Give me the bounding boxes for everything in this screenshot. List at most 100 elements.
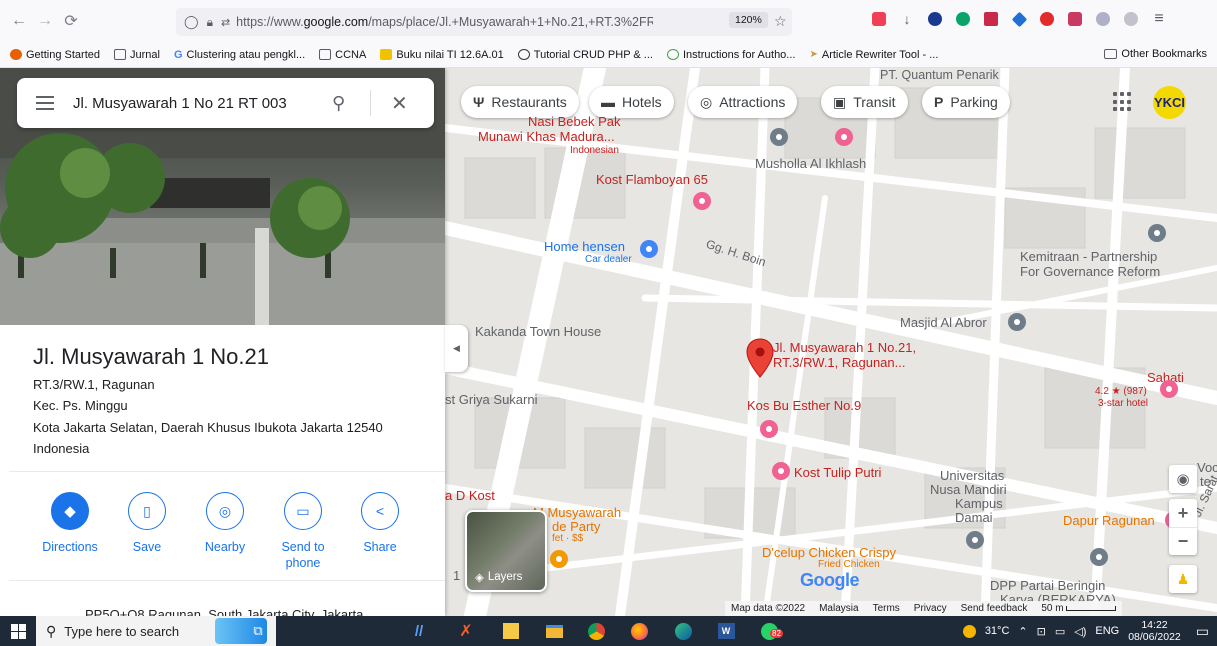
app-slashes-icon[interactable]: // — [408, 621, 430, 641]
weather-icon[interactable] — [962, 624, 976, 638]
bookmark-instructions[interactable]: Instructions for Autho... — [666, 49, 795, 61]
extension-opera-icon[interactable] — [1036, 8, 1058, 30]
chip-transit[interactable]: ▣ Transit — [821, 86, 908, 118]
menu-icon[interactable]: ≡ — [1148, 8, 1170, 30]
extension-shield-icon[interactable] — [1092, 8, 1114, 30]
share-button[interactable]: < Share — [340, 492, 420, 555]
extension-g-icon[interactable] — [952, 8, 974, 30]
chip-parking[interactable]: P Parking — [922, 86, 1010, 118]
google-apps-icon[interactable] — [1113, 92, 1133, 112]
forward-arrow-icon[interactable]: → — [32, 8, 58, 34]
pocket-icon[interactable] — [868, 8, 890, 30]
chip-attractions[interactable]: ◎ Attractions — [688, 86, 798, 118]
map-label-musholla[interactable]: Musholla Al Ikhlash — [755, 156, 866, 171]
search-icon[interactable]: ⚲ — [332, 93, 366, 114]
shield-icon[interactable]: ◯ — [184, 14, 199, 30]
bookmark-buku-nilai[interactable]: Buku nilai TI 12.6A.01 — [380, 49, 504, 61]
bookmark-jurnal[interactable]: Jurnal — [114, 49, 160, 61]
language-indicator[interactable]: ENG — [1095, 625, 1119, 637]
close-icon[interactable]: ✕ — [391, 91, 408, 116]
search-input[interactable]: Jl. Musyawarah 1 No 21 RT 003 — [73, 95, 318, 112]
reload-icon[interactable]: ⟳ — [58, 8, 84, 34]
selected-location-pin-icon[interactable] — [745, 338, 775, 378]
hotel-pin-icon[interactable] — [1160, 380, 1178, 398]
collapse-panel-button[interactable]: ◀ — [445, 325, 468, 372]
map-label-voc[interactable]: Voc — [1197, 460, 1217, 475]
hotel-pin-icon[interactable] — [693, 192, 711, 210]
map-label-kakanda[interactable]: Kakanda Town House — [475, 324, 601, 339]
map-label-selected-2[interactable]: RT.3/RW.1, Ragunan... — [773, 355, 905, 370]
country-link[interactable]: Malaysia — [819, 603, 858, 614]
send-feedback-link[interactable]: Send feedback — [961, 603, 1028, 614]
map-label-d-kost[interactable]: a D Kost — [445, 488, 495, 503]
volume-icon[interactable]: ◁) — [1074, 625, 1086, 638]
map-label-univ-2[interactable]: Nusa Mandiri — [930, 482, 1007, 497]
map-label-pt-quantum[interactable]: PT. Quantum Penarik — [880, 68, 999, 82]
account-avatar[interactable]: YKCI — [1153, 86, 1186, 119]
terms-link[interactable]: Terms — [873, 603, 900, 614]
bookmark-article-rewriter[interactable]: ➤ Article Rewriter Tool - ... — [809, 49, 938, 61]
hotel-pin-icon[interactable] — [772, 462, 790, 480]
bookmark-tutorial-crud[interactable]: Tutorial CRUD PHP & ... — [517, 49, 653, 61]
extension-globe-icon[interactable] — [1120, 8, 1142, 30]
mosque-pin-icon[interactable] — [1008, 313, 1026, 331]
school-pin-icon[interactable] — [966, 531, 984, 549]
other-bookmarks[interactable]: Other Bookmarks — [1104, 48, 1207, 60]
back-arrow-icon[interactable]: ← — [6, 8, 32, 34]
privacy-link[interactable]: Privacy — [914, 603, 947, 614]
search-box[interactable]: Jl. Musyawarah 1 No 21 RT 003 ⚲ ✕ — [17, 78, 434, 128]
map-label-univ-3[interactable]: Kampus — [955, 496, 1003, 511]
map-label-party[interactable]: de Party — [552, 519, 600, 534]
map-label-home-hensen[interactable]: Home hensen — [544, 239, 625, 254]
map-label-kost-flamboyan[interactable]: Kost Flamboyan 65 — [596, 172, 708, 187]
bookmark-getting-started[interactable]: Getting Started — [10, 49, 100, 61]
map-label-kost-tulip[interactable]: Kost Tulip Putri — [794, 465, 881, 480]
extension-red-icon[interactable] — [980, 8, 1002, 30]
extension-badge-icon[interactable] — [1064, 8, 1086, 30]
clock[interactable]: 14:22 08/06/2022 — [1128, 619, 1181, 643]
plus-code[interactable]: PP5Q+Q8 Ragunan, South Jakarta City, Jak… — [85, 607, 363, 616]
zoom-in-button[interactable]: + — [1178, 499, 1189, 527]
taskbar-search-box[interactable]: ⚲ Type here to search — [36, 616, 276, 646]
word-icon[interactable]: W — [715, 621, 737, 641]
chrome-icon[interactable] — [585, 621, 607, 641]
notifications-icon[interactable]: ▭ — [1196, 623, 1209, 640]
map-label-dapur[interactable]: Dapur Ragunan — [1063, 513, 1155, 528]
permissions-icon[interactable]: ⇄ — [221, 16, 230, 29]
map-label-dcelup[interactable]: D'celup Chicken Crispy — [762, 545, 896, 560]
my-location-button[interactable]: ◉ — [1169, 465, 1197, 493]
map-label-kos-esther[interactable]: Kos Bu Esther No.9 — [747, 398, 861, 413]
map-label-selected-1[interactable]: Jl. Musyawarah 1 No.21, — [773, 340, 916, 355]
map-label-masjid[interactable]: Masjid Al Abror — [900, 315, 987, 330]
battery-icon[interactable]: ▭ — [1055, 625, 1065, 638]
bookmark-ccna[interactable]: CCNA — [319, 49, 366, 61]
office-pin-icon[interactable] — [1090, 548, 1108, 566]
chevron-up-icon[interactable]: ⌃ — [1018, 625, 1027, 638]
app-x-icon[interactable]: ✗ — [455, 621, 477, 641]
hotel-pin-icon[interactable] — [760, 420, 778, 438]
firefox-icon[interactable] — [628, 621, 650, 641]
temperature[interactable]: 31°C — [985, 625, 1010, 637]
map-label-munawi[interactable]: Munawi Khas Madura... — [478, 129, 615, 144]
url-bar[interactable]: ◯ 🔒︎ ⇄ https://www. google.com/maps/place… — [176, 8, 792, 36]
hamburger-menu-icon[interactable] — [17, 96, 73, 110]
zoom-level-badge[interactable]: 120% — [729, 12, 768, 28]
layers-button[interactable]: ◈ Layers — [465, 510, 547, 592]
shop-pin-icon[interactable] — [640, 240, 658, 258]
restaurant-pin-icon[interactable] — [550, 550, 568, 568]
extension-blue-icon[interactable] — [1008, 8, 1030, 30]
whatsapp-icon[interactable]: 82 — [758, 621, 783, 641]
hotel-pin-icon[interactable] — [835, 128, 853, 146]
send-to-phone-button[interactable]: ▭ Send to phone — [263, 492, 343, 571]
map-label-dpp-1[interactable]: DPP Partai Beringin — [990, 578, 1105, 593]
map-label-nasi-bebek[interactable]: Nasi Bebek Pak — [528, 114, 621, 129]
download-icon[interactable]: ↓ — [896, 8, 918, 30]
mosque-pin-icon[interactable] — [770, 128, 788, 146]
bookmark-star-icon[interactable]: ☆ — [774, 13, 787, 30]
scale-bar[interactable]: 50 m — [1041, 603, 1116, 614]
directions-button[interactable]: ◆ Directions — [30, 492, 110, 555]
extension-f-icon[interactable] — [924, 8, 946, 30]
place-pin-icon[interactable] — [1148, 224, 1166, 242]
network-icon[interactable]: ⊡ — [1037, 625, 1046, 638]
file-explorer-icon[interactable] — [543, 621, 565, 641]
